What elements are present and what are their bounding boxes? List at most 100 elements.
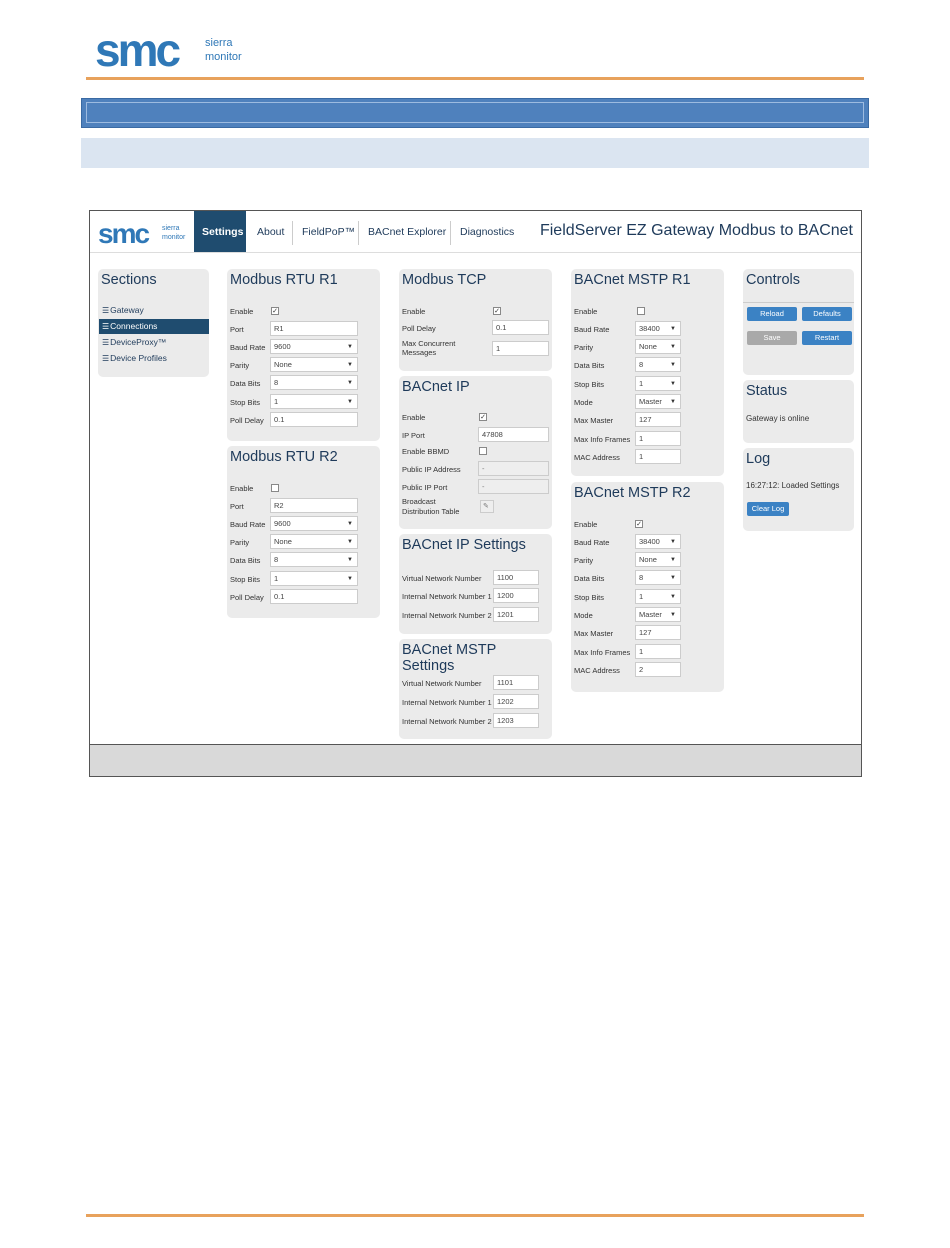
- bip-enable-checkbox[interactable]: ✓: [479, 413, 487, 421]
- rtu1-port-input[interactable]: R1: [270, 321, 358, 336]
- field-label: Mode: [574, 398, 593, 407]
- rtu2-databits-select[interactable]: 8 ▼: [270, 552, 358, 567]
- tab-about[interactable]: About: [249, 211, 292, 252]
- mstp2-parity-select[interactable]: None ▼: [635, 552, 681, 567]
- bdt-edit-icon[interactable]: ✎: [480, 500, 494, 513]
- modbus-rtu-r1-panel: Modbus RTU R1 Enable ✓ Port R1 Baud Rate…: [227, 269, 380, 441]
- reload-button[interactable]: Reload: [747, 307, 797, 321]
- clear-log-button[interactable]: Clear Log: [747, 502, 789, 516]
- gateway-screenshot: smc sierra monitor Settings About FieldP…: [89, 210, 862, 777]
- rtu1-baud-select[interactable]: 9600 ▼: [270, 339, 358, 354]
- tab-diagnostics[interactable]: Diagnostics: [452, 211, 522, 252]
- field-label: Port: [230, 325, 244, 334]
- bip-port-input[interactable]: 47808: [478, 427, 549, 442]
- mstp1-maxinfo-input[interactable]: 1: [635, 431, 681, 446]
- tcp-enable-checkbox[interactable]: ✓: [493, 307, 501, 315]
- chevron-down-icon: ▼: [670, 326, 676, 332]
- rtu2-port-input[interactable]: R2: [270, 498, 358, 513]
- mstp2-mac-input[interactable]: 2: [635, 662, 681, 677]
- bacnet-ip-panel: BACnet IP Enable ✓ IP Port 47808 Enable …: [399, 376, 552, 529]
- field-label: Distribution Table: [402, 507, 460, 516]
- rtu1-enable-checkbox[interactable]: ✓: [271, 307, 279, 315]
- mstp1-baud-select[interactable]: 38400 ▼: [635, 321, 681, 336]
- mstp2-enable-checkbox[interactable]: ✓: [635, 520, 643, 528]
- restart-button[interactable]: Restart: [802, 331, 852, 345]
- field-label: Broadcast: [402, 497, 436, 506]
- tcp-polldelay-input[interactable]: 0.1: [492, 320, 549, 335]
- section-device-profiles[interactable]: ☰Device Profiles: [99, 351, 209, 366]
- chevron-down-icon: ▼: [670, 557, 676, 563]
- divider: [743, 302, 854, 303]
- tcp-maxconcurrent-input[interactable]: 1: [492, 341, 549, 356]
- rtu1-stopbits-select[interactable]: 1 ▼: [270, 394, 358, 409]
- section-deviceproxy[interactable]: ☰DeviceProxy™: [99, 335, 209, 350]
- mstp1-stopbits-select[interactable]: 1 ▼: [635, 376, 681, 391]
- field-label: IP Port: [402, 431, 425, 440]
- field-label: Internal Network Number 2: [402, 717, 492, 726]
- tab-bacnet-explorer[interactable]: BACnet Explorer: [360, 211, 454, 252]
- bips-inn1-input[interactable]: 1200: [493, 588, 539, 603]
- tab-fieldpop[interactable]: FieldPoP™: [294, 211, 363, 252]
- bms-inn1-input[interactable]: 1202: [493, 694, 539, 709]
- bip-public-ip-input[interactable]: -: [478, 461, 549, 476]
- field-label: Enable: [230, 307, 254, 316]
- chevron-down-icon: ▼: [670, 362, 676, 368]
- chevron-down-icon: ▼: [670, 381, 676, 387]
- logo-text: smc: [95, 28, 180, 72]
- bms-inn2-input[interactable]: 1203: [493, 713, 539, 728]
- mstp2-baud-select[interactable]: 38400 ▼: [635, 534, 681, 549]
- mstp1-maxmaster-input[interactable]: 127: [635, 412, 681, 427]
- rtu1-polldelay-input[interactable]: 0.1: [270, 412, 358, 427]
- sections-panel: Sections ☰Gateway ☰Connections ☰DevicePr…: [98, 269, 209, 377]
- mstp2-databits-select[interactable]: 8 ▼: [635, 570, 681, 585]
- field-label: Baud Rate: [574, 325, 610, 334]
- field-label: Internal Network Number 2: [402, 611, 492, 620]
- rtu2-polldelay-input[interactable]: 0.1: [270, 589, 358, 604]
- footer-rule: [86, 1214, 864, 1217]
- section-connections[interactable]: ☰Connections: [99, 319, 209, 334]
- bip-public-port-input[interactable]: -: [478, 479, 549, 494]
- panel-title: BACnet MSTP R2: [574, 485, 691, 501]
- bip-bbmd-checkbox[interactable]: [479, 447, 487, 455]
- field-label: Parity: [574, 556, 594, 565]
- save-button[interactable]: Save: [747, 331, 797, 345]
- tab-settings[interactable]: Settings: [194, 211, 246, 252]
- mstp1-databits-select[interactable]: 8 ▼: [635, 357, 681, 372]
- mstp1-mode-select[interactable]: Master ▼: [635, 394, 681, 409]
- defaults-button[interactable]: Defaults: [802, 307, 852, 321]
- list-icon: ☰: [102, 338, 110, 347]
- field-label: Mode: [574, 611, 593, 620]
- field-label: Enable: [574, 520, 598, 529]
- rtu1-parity-select[interactable]: None ▼: [270, 357, 358, 372]
- rtu2-enable-checkbox[interactable]: [271, 484, 279, 492]
- rtu1-databits-select[interactable]: 8 ▼: [270, 375, 358, 390]
- field-label: Internal Network Number 1: [402, 592, 492, 601]
- field-label: Data Bits: [230, 379, 261, 388]
- field-label: Enable: [402, 413, 426, 422]
- bips-inn2-input[interactable]: 1201: [493, 607, 539, 622]
- field-label: Data Bits: [574, 361, 605, 370]
- app-logo: smc sierra monitor: [98, 219, 186, 247]
- mstp1-mac-input[interactable]: 1: [635, 449, 681, 464]
- field-label: Max Master: [574, 416, 614, 425]
- mstp2-maxmaster-input[interactable]: 127: [635, 625, 681, 640]
- rtu2-parity-select[interactable]: None ▼: [270, 534, 358, 549]
- chevron-down-icon: ▼: [670, 612, 676, 618]
- list-icon: ☰: [102, 306, 110, 315]
- header-rule: [86, 77, 864, 80]
- panel-title: BACnet MSTP Settings: [402, 642, 497, 674]
- bips-vnn-input[interactable]: 1100: [493, 570, 539, 585]
- rtu2-baud-select[interactable]: 9600 ▼: [270, 516, 358, 531]
- mstp2-stopbits-select[interactable]: 1 ▼: [635, 589, 681, 604]
- rtu2-stopbits-select[interactable]: 1 ▼: [270, 571, 358, 586]
- section-gateway[interactable]: ☰Gateway: [99, 303, 209, 318]
- mstp2-maxinfo-input[interactable]: 1: [635, 644, 681, 659]
- field-label: Data Bits: [574, 574, 605, 583]
- field-label: Poll Delay: [402, 324, 436, 333]
- mstp1-enable-checkbox[interactable]: [637, 307, 645, 315]
- mstp1-parity-select[interactable]: None ▼: [635, 339, 681, 354]
- bacnet-mstp-settings-panel: BACnet MSTP Settings Virtual Network Num…: [399, 639, 552, 739]
- chevron-down-icon: ▼: [670, 344, 676, 350]
- bms-vnn-input[interactable]: 1101: [493, 675, 539, 690]
- mstp2-mode-select[interactable]: Master ▼: [635, 607, 681, 622]
